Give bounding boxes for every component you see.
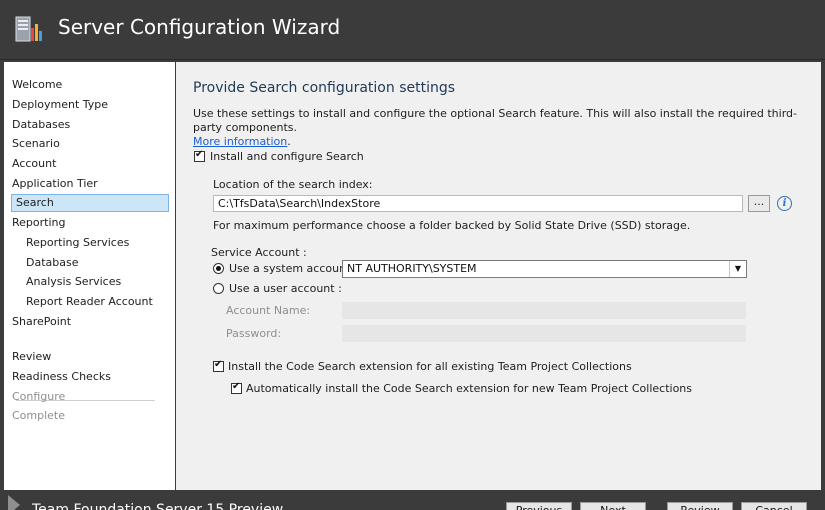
ssd-hint: For maximum performance choose a folder … [213,219,691,232]
browse-button[interactable]: ... [748,195,770,212]
account-name-input [342,302,746,319]
step-review[interactable]: Review [12,348,51,366]
step-scenario[interactable]: Scenario [12,135,60,153]
step-deployment-type[interactable]: Deployment Type [12,96,108,114]
index-location-label: Location of the search index: [213,178,373,191]
step-databases[interactable]: Databases [12,116,70,134]
install-code-search-label: Install the Code Search extension for al… [228,360,632,373]
user-account-radio[interactable] [213,283,224,294]
previous-button[interactable]: Previous [506,502,572,510]
page-heading: Provide Search configuration settings [193,80,456,96]
user-account-label: Use a user account : [229,282,342,295]
description-period: . [287,135,291,148]
server-config-icon [15,16,42,42]
step-account[interactable]: Account [12,155,56,173]
next-button[interactable]: Next [580,502,646,510]
install-search-label: Install and configure Search [210,150,364,163]
system-account-label: Use a system account : [229,262,358,275]
step-analysis-services[interactable]: Analysis Services [26,273,121,291]
step-reporting[interactable]: Reporting [12,214,65,232]
window-title: Server Configuration Wizard [58,15,341,39]
product-name: Team Foundation Server 15 Preview [32,502,284,510]
password-input [342,325,746,342]
title-bar: Server Configuration Wizard [0,0,825,60]
account-name-label: Account Name: [226,304,311,317]
step-application-tier[interactable]: Application Tier [12,175,98,193]
description-text: Use these settings to install and config… [193,107,797,134]
info-icon[interactable]: i [777,196,792,211]
step-report-reader-account[interactable]: Report Reader Account [26,293,153,311]
page-description: Use these settings to install and config… [193,107,813,149]
system-account-radio[interactable] [213,263,224,274]
step-reporting-services[interactable]: Reporting Services [26,234,129,252]
footer-bar: Team Foundation Server 15 Preview Previo… [0,490,825,510]
step-readiness-checks[interactable]: Readiness Checks [12,368,111,386]
product-logo-icon [8,495,20,510]
review-button[interactable]: Review [667,502,733,510]
step-configure: Configure [12,390,66,403]
step-database[interactable]: Database [26,254,79,272]
step-complete: Complete [12,409,66,422]
install-code-search-checkbox[interactable] [213,359,224,372]
step-sharepoint[interactable]: SharePoint [12,313,71,331]
index-location-input[interactable]: C:\TfsData\Search\IndexStore [213,195,743,212]
cancel-button[interactable]: Cancel [741,502,807,510]
wizard-steps-sidebar: Welcome Deployment Type Databases Scenar… [4,62,175,490]
system-account-value: NT AUTHORITY\SYSTEM [347,262,477,275]
step-welcome[interactable]: Welcome [12,76,62,94]
password-label: Password: [226,327,282,340]
system-account-dropdown[interactable]: NT AUTHORITY\SYSTEM ▼ [342,260,747,278]
auto-install-code-search-checkbox[interactable] [231,381,242,394]
service-account-label: Service Account : [211,246,307,259]
chevron-down-icon: ▼ [729,261,746,277]
auto-install-code-search-label: Automatically install the Code Search ex… [246,382,693,395]
install-search-checkbox[interactable] [194,149,205,162]
main-panel: Provide Search configuration settings Us… [176,62,821,490]
more-information-link[interactable]: More information [193,135,287,148]
step-search[interactable]: Search [11,194,169,212]
